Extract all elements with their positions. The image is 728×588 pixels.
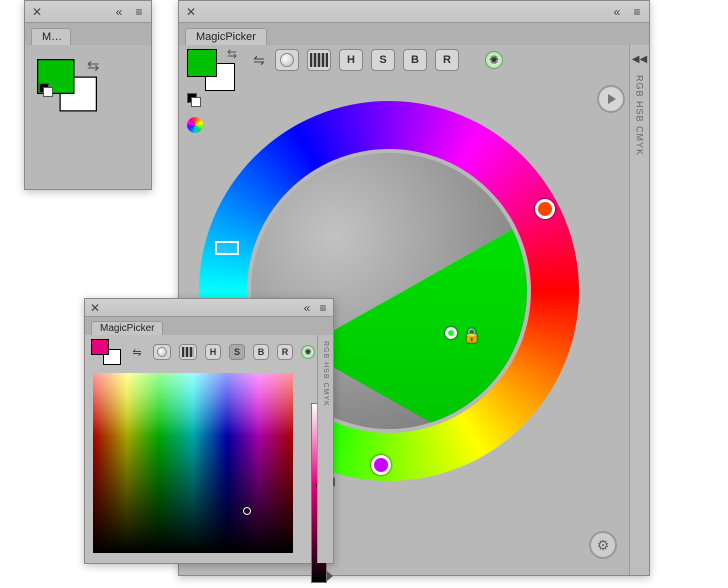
mode-b[interactable]: B: [403, 49, 427, 71]
mode-h[interactable]: H: [339, 49, 363, 71]
mini-tabbar: M…: [25, 23, 151, 45]
play-button[interactable]: [597, 85, 625, 113]
spec-titlebar: ✕ « ≡: [85, 299, 333, 317]
spec-toolbar: ⇋ H S B R ✺: [85, 335, 333, 367]
mini-body: ⇆: [25, 45, 151, 115]
spectrum-cursor[interactable]: [243, 507, 251, 515]
shuffle-icon[interactable]: ⇋: [251, 52, 267, 68]
stripes-btn[interactable]: [307, 49, 331, 71]
menu-icon[interactable]: ≡: [131, 4, 147, 20]
side-strip: ◀◀ RGB HSB CMYK: [629, 45, 649, 575]
stripes-btn[interactable]: [179, 344, 197, 360]
swatch-pair: ⇆: [187, 49, 235, 91]
spec-body: [85, 373, 333, 553]
mini-tab[interactable]: M…: [31, 28, 71, 45]
mode-h[interactable]: H: [205, 344, 221, 360]
tab-magicpicker[interactable]: MagicPicker: [185, 28, 267, 45]
foreground-swatch[interactable]: [91, 339, 109, 355]
sv-handle[interactable]: [445, 327, 457, 339]
mode-r[interactable]: R: [435, 49, 459, 71]
brightness-icon[interactable]: ✺: [485, 51, 503, 69]
mode-r[interactable]: R: [277, 344, 293, 360]
colorspace-label: RGB HSB CMYK: [322, 341, 329, 407]
tab-bar: MagicPicker: [179, 23, 649, 45]
spec-tabbar: MagicPicker: [85, 317, 333, 335]
swap-icon[interactable]: ⇆: [87, 57, 100, 75]
swap-icon[interactable]: ⇆: [227, 47, 237, 61]
mini-titlebar: ✕ « ≡: [25, 1, 151, 23]
spec-tab[interactable]: MagicPicker: [91, 321, 163, 335]
brightness-icon[interactable]: ✺: [301, 345, 315, 359]
mode-s[interactable]: S: [371, 49, 395, 71]
close-icon[interactable]: ✕: [29, 4, 45, 20]
panel-titlebar: ✕ « ≡: [179, 1, 649, 23]
close-icon[interactable]: ✕: [89, 302, 101, 314]
settings-button[interactable]: ⚙: [589, 531, 617, 559]
collapse-icon[interactable]: «: [301, 302, 313, 314]
menu-icon[interactable]: ≡: [317, 302, 329, 314]
mode-toolbar: ⇋ H S B R ✺: [251, 49, 503, 71]
colorspace-label: RGB HSB CMYK: [635, 75, 645, 156]
picker-shape-btn[interactable]: [153, 344, 171, 360]
collapse-icon[interactable]: «: [609, 4, 625, 20]
mode-s[interactable]: S: [229, 344, 245, 360]
hue-max-marker[interactable]: [327, 571, 333, 581]
menu-icon[interactable]: ≡: [629, 4, 645, 20]
mode-b[interactable]: B: [253, 344, 269, 360]
hue-slot[interactable]: [215, 241, 239, 255]
magicpicker-panel-spectrum: ✕ « ≡ MagicPicker ⇋ H S B R ✺ RGB HSB CM…: [84, 298, 334, 564]
picker-shape-btn[interactable]: [275, 49, 299, 71]
foreground-swatch[interactable]: [187, 49, 217, 77]
swatch-panel-mini: ✕ « ≡ M… ⇆: [24, 0, 152, 190]
spec-side-strip: RGB HSB CMYK: [317, 335, 333, 563]
close-icon[interactable]: ✕: [183, 4, 199, 20]
spectrum-area[interactable]: [93, 373, 293, 553]
hue-handle-1[interactable]: [535, 199, 555, 219]
shuffle-icon[interactable]: ⇋: [129, 344, 145, 360]
swatch-pair: [91, 339, 121, 365]
collapse-icon[interactable]: «: [111, 4, 127, 20]
lock-icon[interactable]: 🔒: [463, 327, 480, 344]
hue-handle-2[interactable]: [371, 455, 391, 475]
expand-icon[interactable]: ◀◀: [632, 51, 648, 67]
reset-swatches-icon[interactable]: [39, 83, 53, 97]
